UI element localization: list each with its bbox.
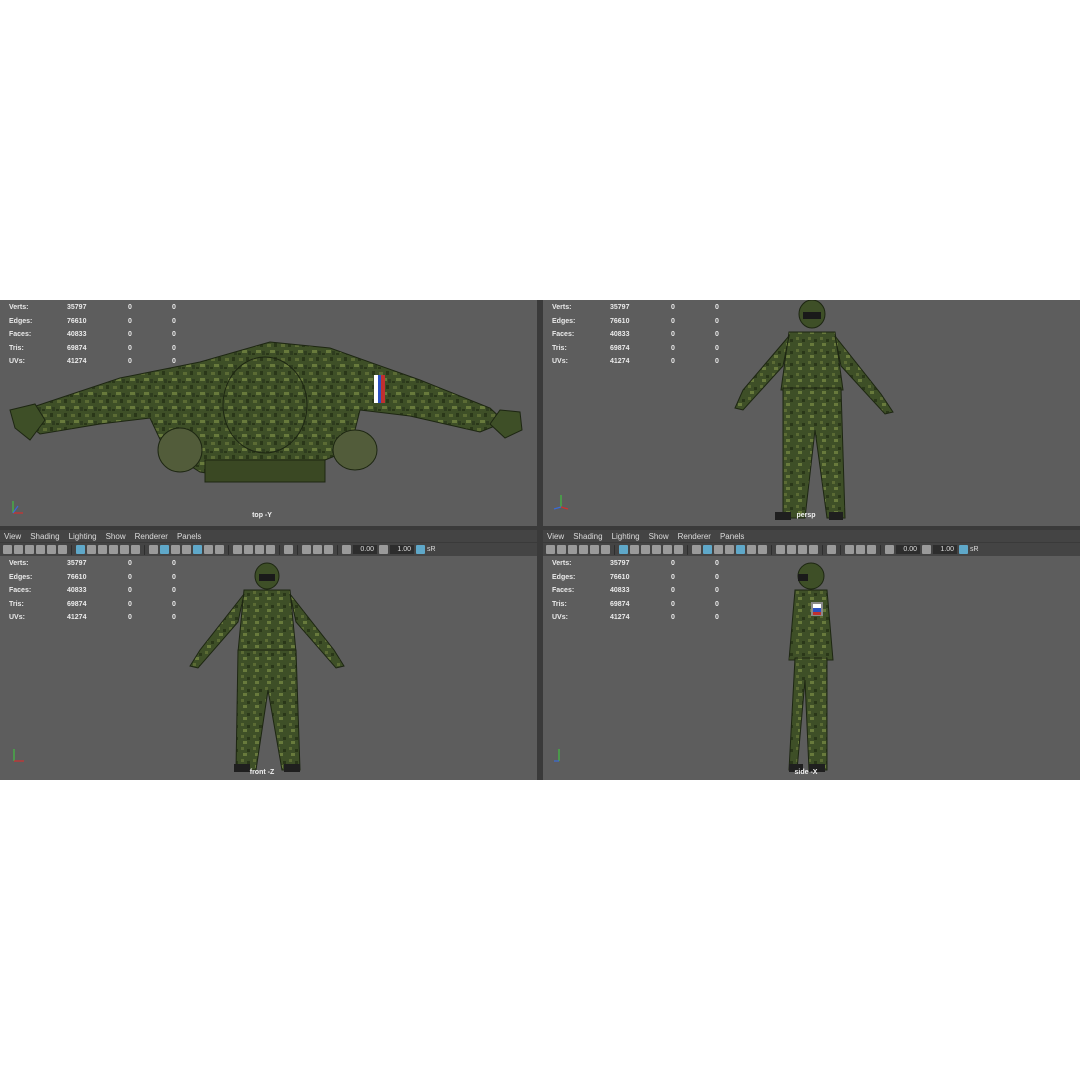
axis-gizmo <box>13 749 24 762</box>
soldier-model-persp-view[interactable] <box>543 300 1080 526</box>
soldier-model-side-view[interactable] <box>543 530 1080 780</box>
axis-gizmo <box>554 749 560 762</box>
camera-name: front -Z <box>249 769 275 776</box>
viewport-side[interactable]: View Shading Lighting Show Renderer Pane… <box>543 530 1080 780</box>
camera-name: side -X <box>794 769 818 776</box>
viewport-front[interactable]: View Shading Lighting Show Renderer Pane… <box>0 530 537 780</box>
camera-name: persp <box>796 512 816 519</box>
axis-gizmo <box>553 495 569 510</box>
axis-gizmo <box>12 501 23 514</box>
soldier-model-top-view[interactable] <box>0 300 537 526</box>
maya-workspace: Verts: 35797 0 0 Edges: 76610 0 0 Faces: 40833 0… <box>0 300 1080 780</box>
viewport-top[interactable]: Verts: 35797 0 0 Edges: 76610 0 0 Faces: 40833 0… <box>0 300 537 526</box>
soldier-model-front-view[interactable] <box>0 530 537 780</box>
viewport-persp[interactable]: Verts: 35797 0 0 Edges: 76610 0 0 Faces: 40833 0… <box>543 300 1080 526</box>
camera-name: top -Y <box>252 512 272 519</box>
